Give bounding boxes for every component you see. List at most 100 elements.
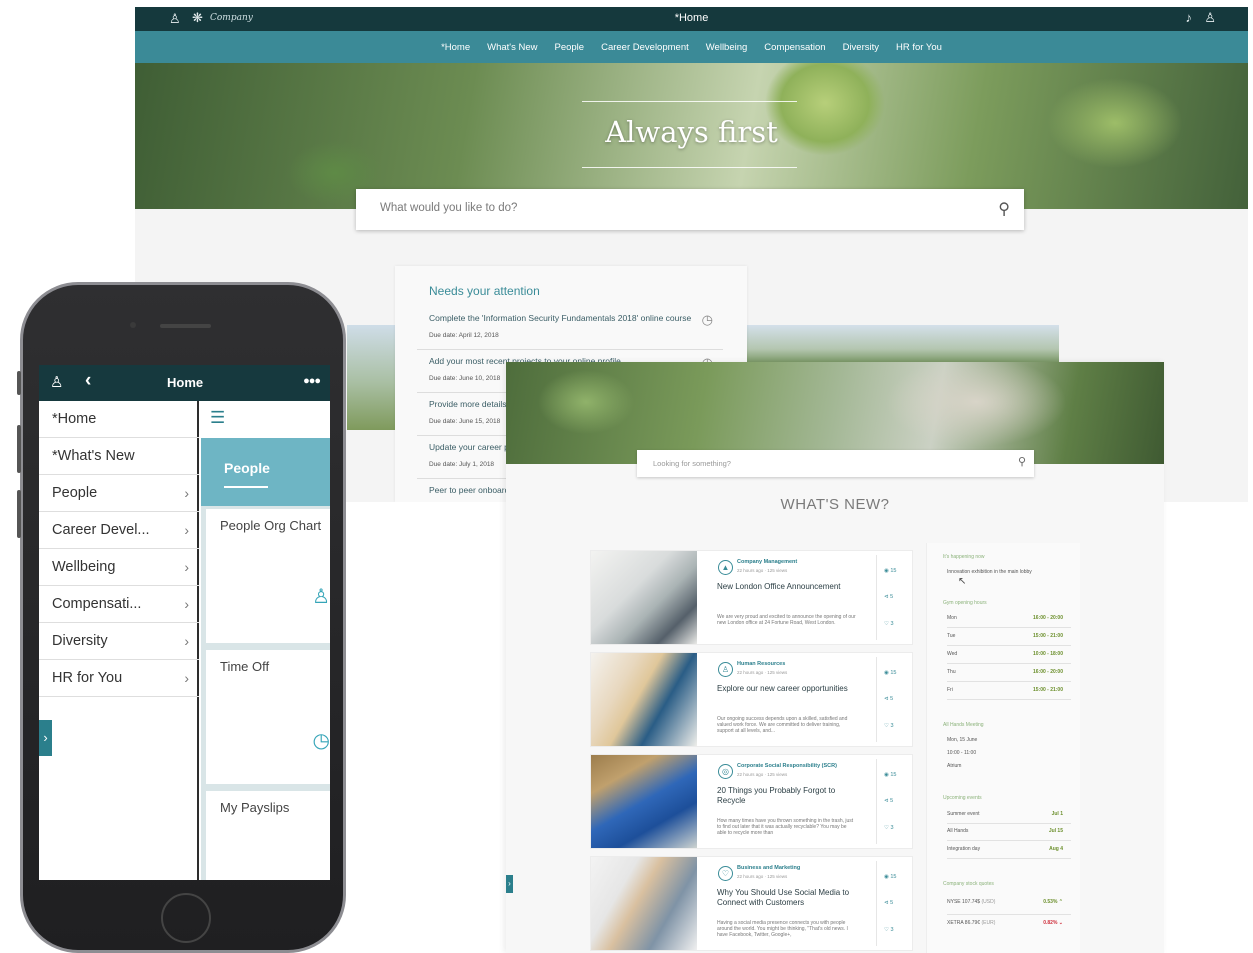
tile-org-chart[interactable]: People Org Chart ♙ [206, 509, 330, 643]
expand-panel-tab[interactable]: › [506, 875, 513, 893]
shares-count[interactable]: ⊲ 5 [884, 696, 893, 702]
event-row[interactable]: All Hands Jul 15 [947, 828, 1071, 841]
nav-home[interactable]: *Home [441, 42, 470, 53]
news-title[interactable]: Why You Should Use Social Media to Conne… [717, 888, 857, 908]
expand-panel-tab[interactable]: › [39, 720, 52, 756]
news-card[interactable]: ◎ Corporate Social Responsibility (SCR) … [590, 754, 913, 849]
menu-item-home[interactable]: *Home [39, 401, 199, 438]
news-description: Our ongoing success depends upon a skill… [717, 716, 848, 734]
views-count[interactable]: ◉ 15 [884, 568, 896, 574]
section-underline [224, 486, 268, 488]
likes-count[interactable]: ♡ 3 [884, 723, 894, 729]
stock-row: XETRA 86.79€ (EUR) 0.82% ⌄ [947, 920, 1071, 936]
menu-item-career-development[interactable]: Career Devel... › [39, 512, 199, 549]
menu-item-hr-for-you[interactable]: HR for You › [39, 660, 199, 697]
likes-value: 3 [890, 825, 894, 831]
news-title[interactable]: New London Office Announcement [717, 582, 857, 592]
nav-people[interactable]: People [555, 42, 585, 53]
chevron-right-icon: › [184, 485, 189, 501]
hero-divider [582, 101, 797, 102]
nav-compensation[interactable]: Compensation [764, 42, 825, 53]
nav-hr-for-you[interactable]: HR for You [896, 42, 942, 53]
stock-change: 0.53% [1043, 899, 1058, 905]
people-icon[interactable]: ♙ [1204, 10, 1216, 26]
phone-speaker [160, 324, 211, 328]
search-icon[interactable]: ⚲ [998, 199, 1010, 219]
shares-count[interactable]: ⊲ 5 [884, 798, 893, 804]
user-icon[interactable]: ♙ [50, 373, 63, 391]
tile-my-payslips[interactable]: My Payslips [206, 791, 330, 880]
news-meta: 22 hours ago · 125 views [737, 568, 788, 573]
menu-item-compensation[interactable]: Compensati... › [39, 586, 199, 623]
gym-row: Fri 15:00 - 21:00 [947, 687, 1071, 700]
news-title[interactable]: 20 Things you Probably Forgot to Recycle [717, 786, 857, 806]
attention-item-title: Provide more details [429, 399, 507, 409]
phone-home-button[interactable] [161, 893, 211, 943]
likes-count[interactable]: ♡ 3 [884, 621, 894, 627]
nav-diversity[interactable]: Diversity [843, 42, 879, 53]
tile-label: People Org Chart [220, 518, 322, 533]
event-row[interactable]: Summer event Jul 1 [947, 811, 1071, 824]
nav-whats-new[interactable]: What's New [487, 42, 537, 53]
shares-value: 5 [890, 696, 894, 702]
whats-new-sidebar: It's happening now Innovation exhibition… [926, 543, 1080, 953]
nav-career-development[interactable]: Career Development [601, 42, 689, 53]
news-card[interactable]: ♡ Business and Marketing 22 hours ago · … [590, 856, 913, 951]
news-card[interactable]: ▲ Company Management 22 hours ago · 125 … [590, 550, 913, 645]
main-search-input[interactable]: What would you like to do? ⚲ [356, 189, 1024, 230]
stocks-heading: Company stock quotes [943, 881, 994, 887]
hero-headline: Always first [605, 115, 778, 149]
nav-wellbeing[interactable]: Wellbeing [706, 42, 748, 53]
menu-item-wellbeing[interactable]: Wellbeing › [39, 549, 199, 586]
shares-count[interactable]: ⊲ 5 [884, 594, 893, 600]
chevron-right-icon: › [184, 670, 189, 686]
attention-item-due: Due date: July 1, 2018 [429, 461, 495, 468]
news-category[interactable]: Corporate Social Responsibility (SCR) [737, 763, 837, 769]
menu-item-people[interactable]: People › [39, 475, 199, 512]
divider [876, 759, 877, 844]
menu-item-diversity[interactable]: Diversity › [39, 623, 199, 660]
hamburger-menu-button[interactable]: ☰ [201, 401, 330, 438]
whats-new-search-input[interactable]: Looking for something? ⚲ [637, 450, 1034, 477]
news-description: How many times have you thrown something… [717, 818, 854, 836]
attention-item-title: Peer to peer onboard [429, 485, 510, 495]
news-title[interactable]: Explore our new career opportunities [717, 684, 857, 694]
divider [876, 555, 877, 640]
search-placeholder: What would you like to do? [380, 202, 518, 214]
hamburger-icon[interactable]: ☰ [210, 408, 225, 428]
event-name: Integration day [947, 846, 981, 852]
back-chevron-icon[interactable]: ‹ [85, 370, 91, 392]
menu-item-label: *Home [52, 411, 97, 427]
views-count[interactable]: ◉ 15 [884, 874, 896, 880]
hero-divider [582, 167, 797, 168]
stock-unit: (EUR) [981, 920, 996, 926]
gym-day: Thu [947, 669, 956, 675]
news-category[interactable]: Business and Marketing [737, 865, 800, 871]
tile-time-off[interactable]: Time Off ◷ [206, 650, 330, 784]
shares-count[interactable]: ⊲ 5 [884, 900, 893, 906]
stock-row: NYSE 107.74$ (USD) 0.53% ⌃ [947, 899, 1071, 915]
attention-item-due: Due date: June 15, 2018 [429, 418, 501, 425]
menu-item-label: Compensati... [52, 596, 142, 612]
views-count[interactable]: ◉ 15 [884, 670, 896, 676]
news-category[interactable]: Human Resources [737, 661, 785, 667]
news-card[interactable]: ♙ Human Resources 22 hours ago · 125 vie… [590, 652, 913, 747]
attention-item[interactable]: Complete the 'Information Security Funda… [417, 308, 723, 350]
gym-row: Mon 16:00 - 20:00 [947, 615, 1071, 628]
likes-count[interactable]: ♡ 3 [884, 825, 894, 831]
happening-item[interactable]: Innovation exhibition in the main lobby [947, 569, 1032, 575]
section-header: People [201, 438, 330, 506]
notification-bell-icon[interactable]: ♪ [1186, 10, 1193, 25]
event-name: Summer event [947, 811, 980, 817]
more-options-icon[interactable]: ●●● [303, 375, 321, 387]
likes-count[interactable]: ♡ 3 [884, 927, 894, 933]
news-category[interactable]: Company Management [737, 559, 797, 565]
gym-hours: 15:00 - 21:00 [1032, 687, 1063, 693]
clock-icon: ◷ [312, 730, 330, 752]
page-title: *Home [674, 12, 709, 24]
search-icon[interactable]: ⚲ [1018, 455, 1026, 468]
menu-item-whats-new[interactable]: *What's New [39, 438, 199, 475]
event-row[interactable]: Integration day Aug 4 [947, 846, 1071, 859]
views-count[interactable]: ◉ 15 [884, 772, 896, 778]
arrow-up-icon: ⌃ [1058, 899, 1063, 905]
